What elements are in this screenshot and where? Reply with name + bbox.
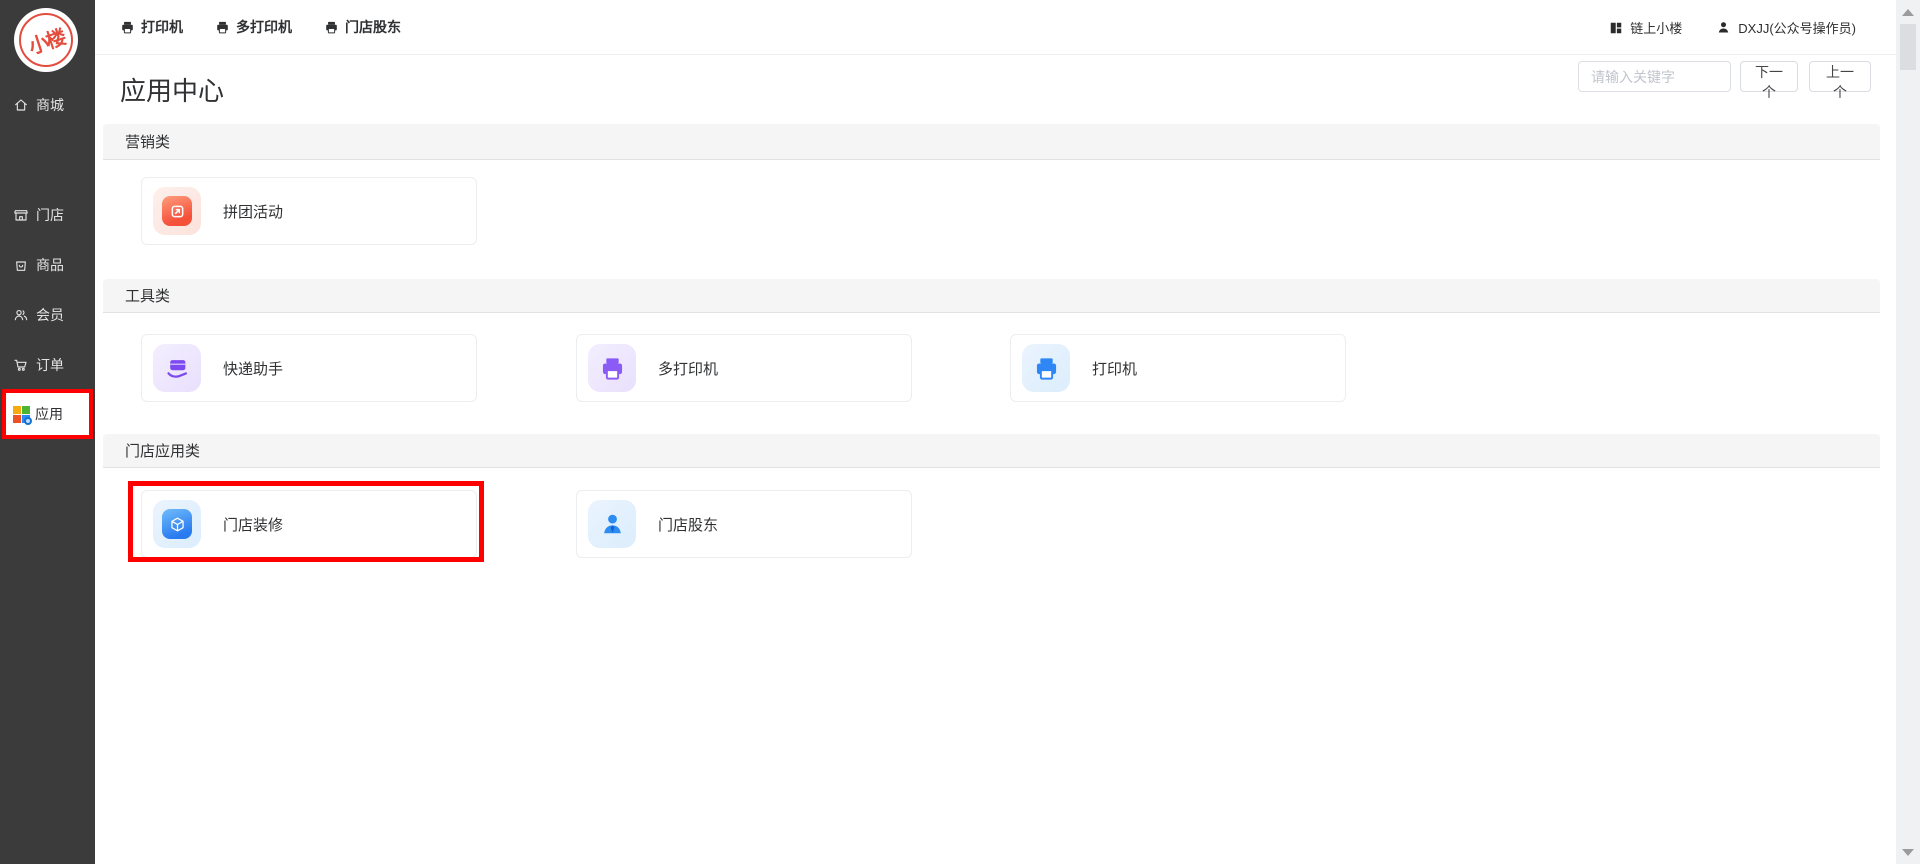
sidebar-item-apps[interactable]: 应用 <box>2 389 93 439</box>
express-helper-icon <box>153 344 201 392</box>
scroll-down-arrow-icon[interactable] <box>1896 842 1920 862</box>
app-card-printer[interactable]: 打印机 <box>1010 334 1346 402</box>
app-card-label: 多打印机 <box>658 358 718 379</box>
app-card-store-shareholder[interactable]: 门店股东 <box>576 490 912 558</box>
tab-store-shareholder[interactable]: 门店股东 <box>324 17 401 37</box>
app-root: 小楼 商城 门店 商品 会员 订单 应用 <box>0 0 1920 864</box>
app-card-multi-printer[interactable]: 多打印机 <box>576 334 912 402</box>
magnifier-icon <box>24 417 32 425</box>
printer-icon <box>120 20 135 35</box>
topbar-tabs: 打印机 多打印机 门店股东 <box>95 17 401 37</box>
section-title: 工具类 <box>125 285 170 306</box>
app-card-label: 拼团活动 <box>223 201 283 222</box>
sidebar-item-label: 商城 <box>36 95 64 115</box>
section-header-store-apps: 门店应用类 <box>103 434 1880 468</box>
scrollbar-thumb[interactable] <box>1900 24 1916 70</box>
workspace-label: 链上小楼 <box>1630 18 1682 37</box>
tab-printer[interactable]: 打印机 <box>120 17 183 37</box>
user-menu[interactable]: DXJJ(公众号操作员) <box>1716 18 1856 37</box>
members-icon <box>13 307 29 323</box>
scroll-up-arrow-icon[interactable] <box>1896 2 1920 22</box>
sidebar-item-label: 会员 <box>36 305 64 325</box>
next-button[interactable]: 下一个 <box>1740 61 1798 92</box>
store-decoration-icon <box>153 500 201 548</box>
app-card-groupbuy[interactable]: 拼团活动 <box>141 177 477 245</box>
app-card-express-helper[interactable]: 快递助手 <box>141 334 477 402</box>
sidebar-item-goods[interactable]: 商品 <box>13 255 64 275</box>
sidebar-item-label: 门店 <box>36 205 64 225</box>
user-label: DXJJ(公众号操作员) <box>1738 18 1856 37</box>
page-title: 应用中心 <box>120 71 224 108</box>
section-header-marketing: 营销类 <box>103 124 1880 160</box>
groupbuy-icon <box>153 187 201 235</box>
app-card-label: 门店装修 <box>223 514 283 535</box>
sidebar-item-mall[interactable]: 商城 <box>13 95 64 115</box>
sidebar-item-label: 商品 <box>36 255 64 275</box>
printer-app-icon <box>1022 344 1070 392</box>
printer-icon <box>324 20 339 35</box>
tab-label: 多打印机 <box>236 17 292 37</box>
dashboard-grid-icon <box>1609 21 1623 35</box>
prev-button[interactable]: 上一个 <box>1809 61 1871 92</box>
home-icon <box>13 97 29 113</box>
storefront-icon <box>13 207 29 223</box>
sidebar-item-label: 订单 <box>36 355 64 375</box>
topbar: 打印机 多打印机 门店股东 链上小楼 DXJJ(公众号操作员) <box>95 0 1896 55</box>
cart-icon <box>13 357 29 373</box>
app-card-store-decoration[interactable]: 门店装修 <box>141 490 477 558</box>
multi-printer-icon <box>588 344 636 392</box>
user-icon <box>1716 20 1731 35</box>
sidebar-item-members[interactable]: 会员 <box>13 305 64 325</box>
scrollbar[interactable] <box>1896 0 1920 864</box>
workspace-switcher[interactable]: 链上小楼 <box>1609 18 1682 37</box>
app-card-label: 门店股东 <box>658 514 718 535</box>
brand-logo-text: 小楼 <box>24 21 67 60</box>
tab-label: 打印机 <box>141 17 183 37</box>
brand-logo: 小楼 <box>14 8 78 72</box>
printer-icon <box>215 20 230 35</box>
apps-grid-icon <box>13 406 30 423</box>
section-header-tools: 工具类 <box>103 279 1880 313</box>
section-title: 门店应用类 <box>125 440 200 461</box>
topbar-right: 链上小楼 DXJJ(公众号操作员) <box>1609 0 1856 55</box>
sidebar-item-label: 应用 <box>35 404 63 424</box>
brand-logo-ring: 小楼 <box>19 13 73 67</box>
app-card-label: 快递助手 <box>223 358 283 379</box>
sidebar-item-orders[interactable]: 订单 <box>13 355 64 375</box>
store-shareholder-icon <box>588 500 636 548</box>
sidebar-item-store[interactable]: 门店 <box>13 205 64 225</box>
app-card-label: 打印机 <box>1092 358 1137 379</box>
keyword-search-input[interactable] <box>1578 61 1731 92</box>
shopping-bag-icon <box>13 257 29 273</box>
sidebar: 小楼 商城 门店 商品 会员 订单 应用 <box>0 0 95 864</box>
section-title: 营销类 <box>125 131 170 152</box>
tab-multi-printer[interactable]: 多打印机 <box>215 17 292 37</box>
tab-label: 门店股东 <box>345 17 401 37</box>
